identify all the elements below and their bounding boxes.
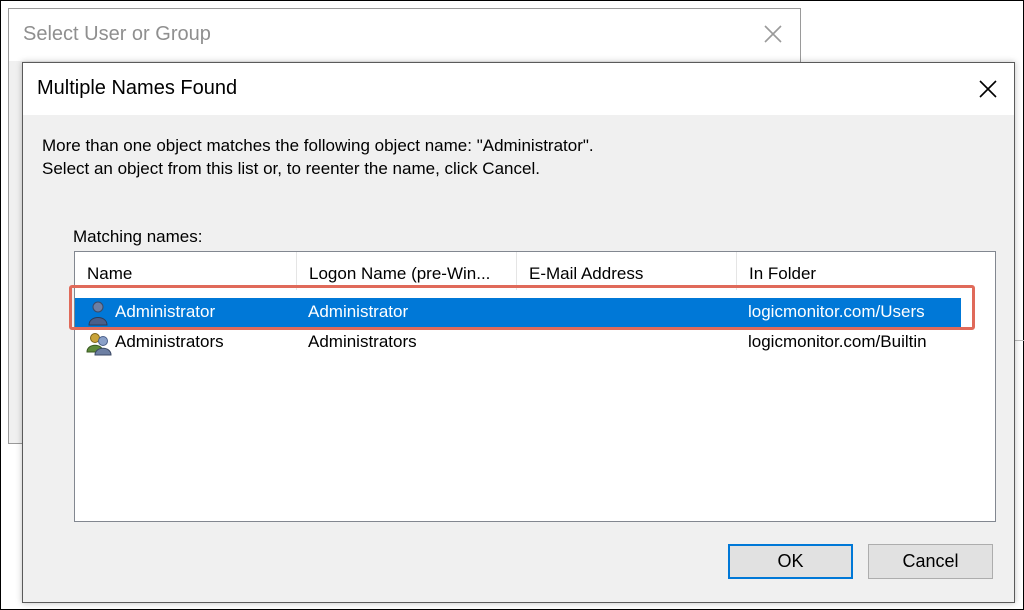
background-titlebar: Select User or Group <box>9 9 800 61</box>
list-header: Name Logon Name (pre-Win... E-Mail Addre… <box>75 252 995 290</box>
row-name: Administrator <box>115 302 216 321</box>
matching-names-list[interactable]: Name Logon Name (pre-Win... E-Mail Addre… <box>74 251 996 522</box>
list-row-administrator[interactable]: Administrator Administrator logicmonitor… <box>75 298 961 328</box>
group-icon <box>86 333 112 356</box>
row-folder: logicmonitor.com/Users <box>748 302 925 321</box>
row-logon-name: Administrator <box>308 302 409 321</box>
list-row-administrators[interactable]: Administrators Administrators logicmonit… <box>75 328 995 358</box>
close-icon <box>979 80 997 98</box>
close-icon[interactable] <box>760 21 786 47</box>
ok-button[interactable]: OK <box>728 544 853 579</box>
cancel-button[interactable]: Cancel <box>868 544 993 579</box>
row-logon-name: Administrators <box>308 332 417 351</box>
matching-names-label: Matching names: <box>73 227 203 246</box>
row-name: Administrators <box>115 332 224 351</box>
user-icon <box>88 301 108 326</box>
column-header-name[interactable]: Name <box>75 252 297 290</box>
dialog-title: Multiple Names Found <box>37 77 238 99</box>
dialog-titlebar: Multiple Names Found <box>23 63 1014 115</box>
message-line-1: More than one object matches the followi… <box>42 136 594 155</box>
column-header-folder[interactable]: In Folder <box>737 252 995 290</box>
row-folder: logicmonitor.com/Builtin <box>748 332 927 351</box>
multiple-names-dialog: Multiple Names Found More than one objec… <box>22 62 1015 603</box>
column-header-logon-name[interactable]: Logon Name (pre-Win... <box>297 252 517 290</box>
column-header-email[interactable]: E-Mail Address <box>517 252 737 290</box>
close-button[interactable] <box>970 71 1006 107</box>
background-window-edge <box>1014 340 1024 359</box>
message-line-2: Select an object from this list or, to r… <box>42 159 540 178</box>
background-dialog-title: Select User or Group <box>23 23 211 45</box>
